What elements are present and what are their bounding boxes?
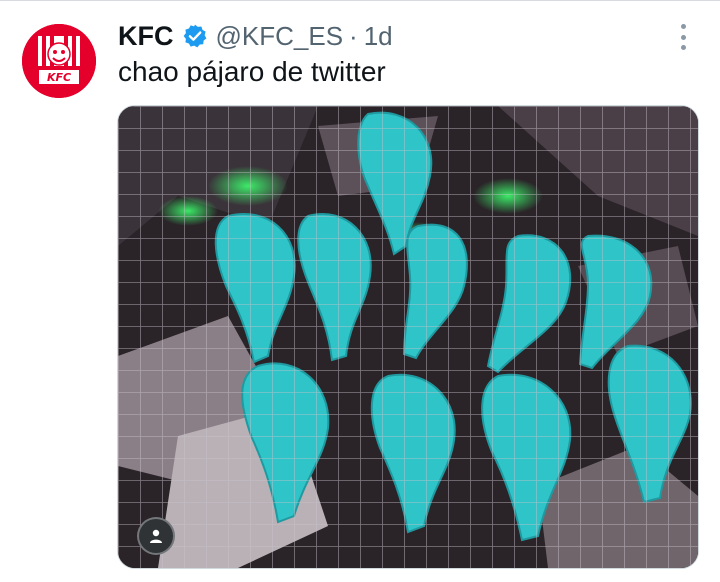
timestamp[interactable]: 1d: [364, 21, 393, 52]
more-dot: [680, 24, 686, 29]
more-dot: [680, 34, 686, 40]
more-dot: [680, 45, 686, 50]
tweet-image[interactable]: [117, 105, 699, 569]
tweet-header: KFC @KFC_ES · 1d: [118, 16, 393, 56]
handle[interactable]: @KFC_ES: [216, 21, 344, 52]
user-glyph-icon: [150, 529, 162, 543]
avatar-label: KFC: [47, 71, 71, 84]
avatar[interactable]: KFC: [22, 24, 96, 98]
top-divider: [0, 0, 720, 1]
separator: ·: [349, 20, 358, 51]
user-icon[interactable]: [137, 517, 175, 555]
more-options-icon[interactable]: [672, 24, 694, 50]
verified-badge-icon: [183, 24, 206, 48]
display-name[interactable]: KFC: [118, 21, 174, 52]
blue-chicken-on-grill-image: [118, 106, 698, 568]
kfc-logo: KFC: [22, 24, 96, 98]
tweet-text: chao pájaro de twitter: [118, 56, 386, 87]
